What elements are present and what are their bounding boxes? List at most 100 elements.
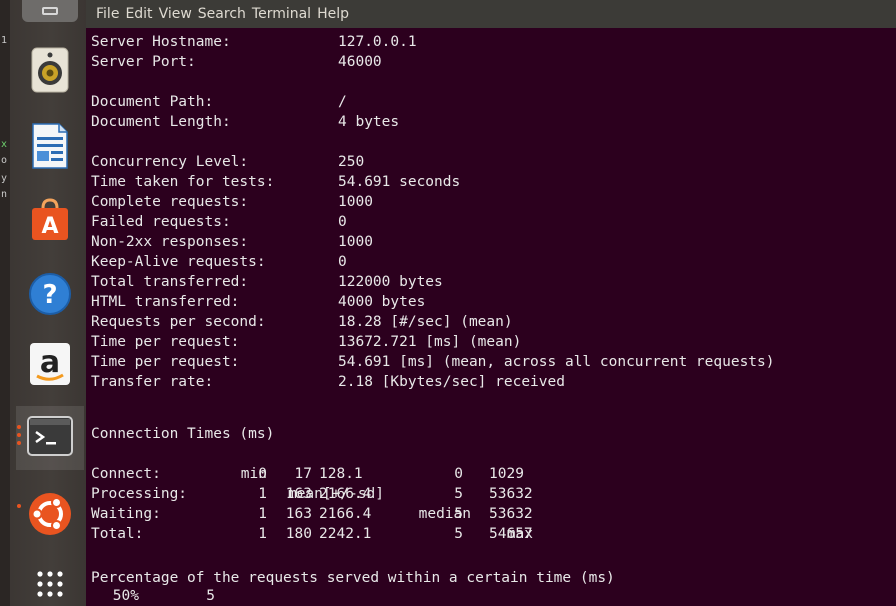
document-icon xyxy=(31,123,69,173)
menu-terminal[interactable]: Terminal xyxy=(252,6,311,22)
menu-edit[interactable]: Edit xyxy=(125,6,152,22)
stat-label: Document Path: xyxy=(91,94,214,110)
stat-label: Keep-Alive requests: xyxy=(91,254,266,270)
ubuntu-logo-icon xyxy=(27,491,73,541)
app-grid-icon xyxy=(35,567,65,601)
menu-search[interactable]: Search xyxy=(198,6,246,22)
svg-text:?: ? xyxy=(42,280,57,310)
stat-label: Time per request: xyxy=(91,334,240,350)
stat-label: Non-2xx responses: xyxy=(91,234,249,250)
speaker-icon xyxy=(30,47,70,97)
stat-row: Document Length: 4 bytes xyxy=(91,112,881,132)
conn-label: Total: xyxy=(91,526,144,542)
conn-label: Processing: xyxy=(91,486,188,502)
dash-button[interactable] xyxy=(22,0,78,22)
launcher-item-ubuntu[interactable] xyxy=(16,484,84,548)
stat-value: 18.28 [#/sec] (mean) xyxy=(338,314,513,330)
conn-min: 0 xyxy=(258,466,267,482)
stat-row: Total transferred: 122000 bytes xyxy=(91,272,881,292)
stat-value: 54.691 seconds xyxy=(338,174,461,190)
running-indicator xyxy=(17,433,21,437)
svg-text:A: A xyxy=(41,214,58,239)
stat-value: / xyxy=(338,94,347,110)
menu-view[interactable]: View xyxy=(159,6,192,22)
stat-row: Server Hostname: 127.0.0.1 xyxy=(91,32,881,52)
launcher-item-software[interactable]: A xyxy=(16,190,84,254)
connection-row: Connect: 0 17 128.1 0 1029 xyxy=(91,464,851,484)
connection-row: Waiting: 1 163 2166.4 5 53632 xyxy=(91,504,851,524)
desktop: 1 x o y n A ? a File Edit View Search Te… xyxy=(0,0,896,606)
stat-label: Document Length: xyxy=(91,114,231,130)
stat-value: 1000 xyxy=(338,234,373,250)
stat-value: 4000 bytes xyxy=(338,294,426,310)
stat-row: Transfer rate: 2.18 [Kbytes/sec] received xyxy=(91,372,881,392)
svg-text:a: a xyxy=(40,345,60,380)
connection-times-header: min mean[+/-sd] median max xyxy=(91,444,851,542)
stat-label: Concurrency Level: xyxy=(91,154,249,170)
terminal-output[interactable]: Server Hostname: 127.0.0.1 Server Port: 460… xyxy=(86,28,896,606)
conn-mean: 163 xyxy=(285,506,312,522)
stat-value: 127.0.0.1 xyxy=(338,34,417,50)
conn-max: 1029 xyxy=(489,466,524,482)
stat-label: Server Hostname: xyxy=(91,34,231,50)
conn-label: Connect: xyxy=(91,466,161,482)
stat-row: Keep-Alive requests: 0 xyxy=(91,252,881,272)
conn-sd: 2242.1 xyxy=(319,526,372,542)
launcher-item-amazon[interactable]: a xyxy=(16,334,84,398)
percentage-row: 50% 5 xyxy=(91,586,391,606)
terminal-menubar: File Edit View Search Terminal Help xyxy=(86,0,896,28)
conn-max: 53632 xyxy=(489,486,533,502)
running-indicator xyxy=(17,425,21,429)
launcher-item-rhythmbox[interactable] xyxy=(16,40,84,104)
conn-sd: 2166.4 xyxy=(319,506,372,522)
conn-sd: 128.1 xyxy=(319,466,363,482)
stat-row: Failed requests: 0 xyxy=(91,212,881,232)
connection-times-title: Connection Times (ms) xyxy=(91,426,275,442)
stat-row: Server Port: 46000 xyxy=(91,52,881,72)
conn-median: 5 xyxy=(454,486,463,502)
conn-mean: 17 xyxy=(294,466,312,482)
terminal-icon xyxy=(27,416,73,460)
conn-min: 1 xyxy=(258,526,267,542)
stat-label: Time per request: xyxy=(91,354,240,370)
stat-value: 4 bytes xyxy=(338,114,400,130)
stat-row: Time taken for tests: 54.691 seconds xyxy=(91,172,881,192)
conn-median: 5 xyxy=(454,526,463,542)
stat-value: 2.18 [Kbytes/sec] received xyxy=(338,374,565,390)
stat-label: Failed requests: xyxy=(91,214,231,230)
stat-value: 250 xyxy=(338,154,365,170)
stat-label: Server Port: xyxy=(91,54,196,70)
menu-help[interactable]: Help xyxy=(317,6,349,22)
conn-label: Waiting: xyxy=(91,506,161,522)
launcher-item-writer[interactable] xyxy=(16,116,84,180)
stat-label: Complete requests: xyxy=(91,194,249,210)
stat-label: Transfer rate: xyxy=(91,374,214,390)
running-indicator xyxy=(17,504,21,508)
menu-file[interactable]: File xyxy=(96,6,119,22)
help-icon: ? xyxy=(28,272,72,320)
stat-row: Time per request: 13672.721 [ms] (mean) xyxy=(91,332,881,352)
conn-median: 5 xyxy=(454,506,463,522)
conn-mean: 163 xyxy=(285,486,312,502)
stat-label: Time taken for tests: xyxy=(91,174,275,190)
stat-row: Complete requests: 1000 xyxy=(91,192,881,212)
conn-max: 53632 xyxy=(489,506,533,522)
stat-value: 54.691 [ms] (mean, across all concurrent… xyxy=(338,354,775,370)
stat-row: Non-2xx responses: 1000 xyxy=(91,232,881,252)
conn-min: 1 xyxy=(258,486,267,502)
stat-value: 0 xyxy=(338,214,347,230)
conn-max: 54657 xyxy=(489,526,533,542)
stat-value: 1000 xyxy=(338,194,373,210)
launcher-item-terminal[interactable] xyxy=(16,406,84,470)
running-indicator xyxy=(17,441,21,445)
stat-row: HTML transferred: 4000 bytes xyxy=(91,292,881,312)
connection-row: Total: 1 180 2242.1 5 54657 xyxy=(91,524,851,544)
stat-row: Time per request: 54.691 [ms] (mean, acro… xyxy=(91,352,881,372)
stat-label: HTML transferred: xyxy=(91,294,240,310)
conn-sd: 2166.4 xyxy=(319,486,372,502)
launcher-item-help[interactable]: ? xyxy=(16,264,84,328)
stat-value: 0 xyxy=(338,254,347,270)
launcher-item-show-apps[interactable] xyxy=(16,552,84,606)
conn-min: 1 xyxy=(258,506,267,522)
shopping-bag-icon: A xyxy=(29,198,71,246)
